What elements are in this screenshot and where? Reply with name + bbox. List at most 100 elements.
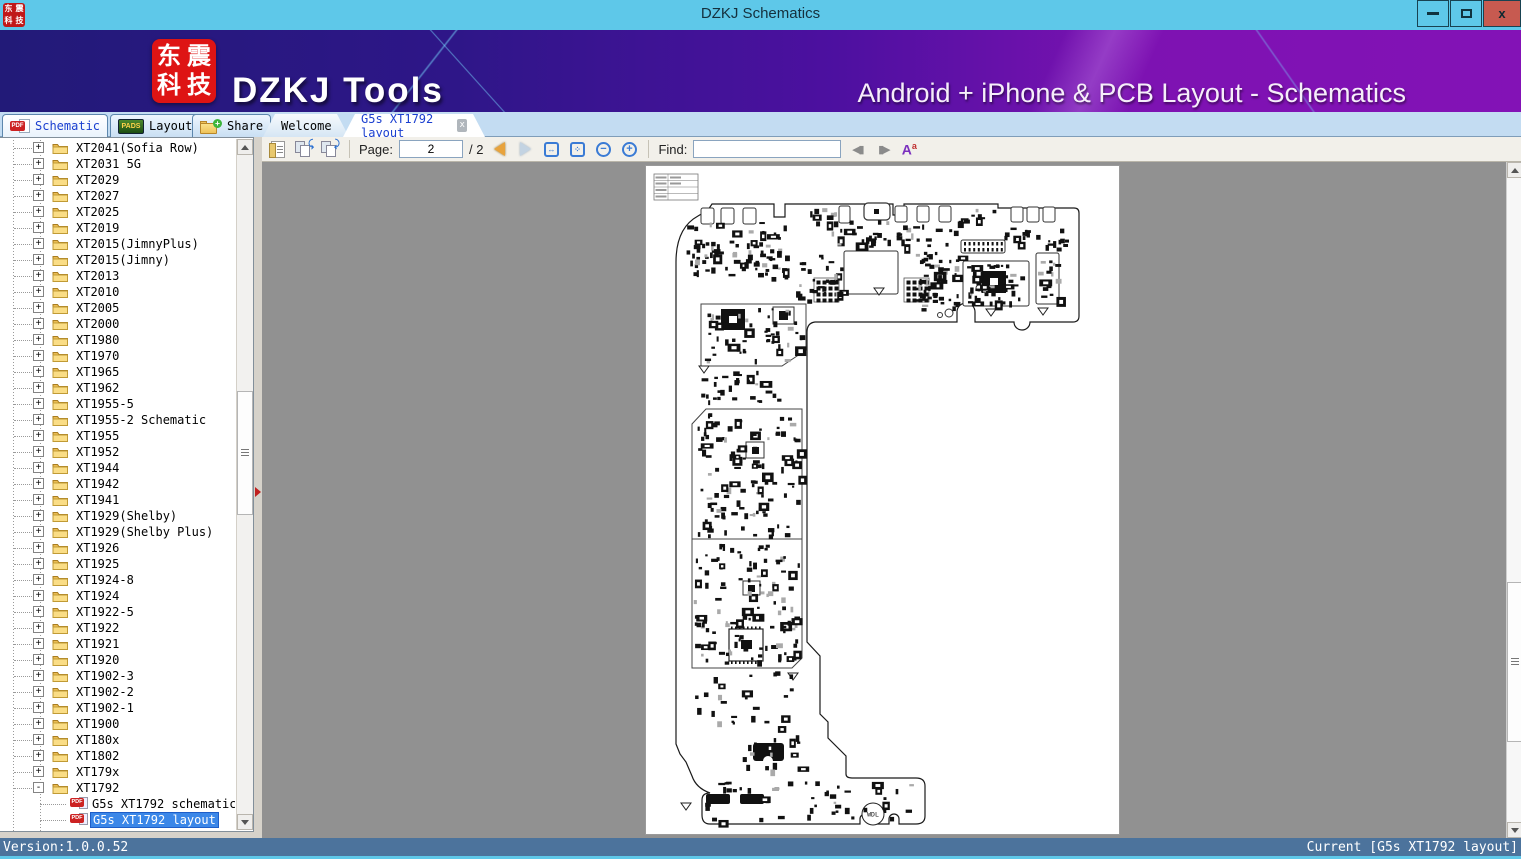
tree-item-xt1921[interactable]: +XT1921 xyxy=(0,636,235,652)
tree-item-xt1980[interactable]: +XT1980 xyxy=(0,332,235,348)
tree-scrollbar-thumb[interactable] xyxy=(237,391,253,515)
previous-page-button[interactable] xyxy=(489,139,509,159)
expand-toggle[interactable]: + xyxy=(33,142,44,153)
expand-toggle[interactable]: + xyxy=(33,494,44,505)
expand-toggle[interactable]: + xyxy=(33,254,44,265)
tree-item-xt1922[interactable]: +XT1922 xyxy=(0,620,235,636)
close-button[interactable]: x xyxy=(1483,0,1521,27)
tree-item-xt1955-2-schematic[interactable]: +XT1955-2 Schematic xyxy=(0,412,235,428)
tab-close-icon[interactable]: x xyxy=(457,119,467,132)
next-page-button[interactable] xyxy=(515,139,535,159)
tree-item-xt2029[interactable]: +XT2029 xyxy=(0,172,235,188)
splitter-collapse-icon[interactable] xyxy=(255,487,261,497)
tab-layout[interactable]: PADS Layout xyxy=(110,114,200,137)
tree-scrollbar[interactable] xyxy=(236,139,253,830)
expand-toggle[interactable]: + xyxy=(33,446,44,457)
tree-item-xt1929-shelby-[interactable]: +XT1929(Shelby) xyxy=(0,508,235,524)
tab-share[interactable]: + Share xyxy=(192,114,271,137)
expand-toggle[interactable]: + xyxy=(33,302,44,313)
tree-item-xt1962[interactable]: +XT1962 xyxy=(0,380,235,396)
expand-toggle[interactable]: + xyxy=(33,510,44,521)
rotate-right-button[interactable]: ⤸ xyxy=(320,139,340,159)
tree-item-xt1792[interactable]: -XT1792 xyxy=(0,780,235,796)
expand-toggle[interactable]: + xyxy=(33,638,44,649)
expand-toggle[interactable]: + xyxy=(33,590,44,601)
tree-item-xt1944[interactable]: +XT1944 xyxy=(0,460,235,476)
tree-item-xt2010[interactable]: +XT2010 xyxy=(0,284,235,300)
expand-toggle[interactable]: + xyxy=(33,414,44,425)
viewer-scroll-up-button[interactable] xyxy=(1507,162,1521,178)
zoom-in-button[interactable]: + xyxy=(619,139,639,159)
expand-toggle[interactable]: + xyxy=(33,734,44,745)
expand-toggle[interactable]: + xyxy=(33,622,44,633)
expand-toggle[interactable]: + xyxy=(33,654,44,665)
fit-width-button[interactable]: ↔ xyxy=(541,139,561,159)
expand-toggle[interactable]: + xyxy=(33,542,44,553)
viewer-scrollbar[interactable] xyxy=(1506,162,1521,838)
tree-item-xt1902-1[interactable]: +XT1902-1 xyxy=(0,700,235,716)
tree-item-xt2005[interactable]: +XT2005 xyxy=(0,300,235,316)
tree-item-g5s-xt1792-schematic[interactable]: PDFG5s XT1792 schematic xyxy=(0,796,235,812)
expand-toggle[interactable]: + xyxy=(33,318,44,329)
expand-toggle[interactable]: + xyxy=(33,350,44,361)
tree-item-xt1924[interactable]: +XT1924 xyxy=(0,588,235,604)
expand-toggle[interactable]: + xyxy=(33,222,44,233)
expand-toggle[interactable]: + xyxy=(33,206,44,217)
expand-toggle[interactable]: + xyxy=(33,430,44,441)
tree-item-xt1965[interactable]: +XT1965 xyxy=(0,364,235,380)
expand-toggle[interactable]: + xyxy=(33,398,44,409)
expand-toggle[interactable]: + xyxy=(33,270,44,281)
tab-schematic[interactable]: PDF Schematic xyxy=(2,114,108,137)
expand-toggle[interactable]: + xyxy=(33,686,44,697)
doc-tab-welcome[interactable]: Welcome xyxy=(263,114,349,137)
expand-toggle[interactable]: + xyxy=(33,190,44,201)
tree-item-xt2000[interactable]: +XT2000 xyxy=(0,316,235,332)
expand-toggle[interactable]: + xyxy=(33,558,44,569)
expand-toggle[interactable]: + xyxy=(33,462,44,473)
tree-item-xt1902-3[interactable]: +XT1902-3 xyxy=(0,668,235,684)
page-view-button[interactable] xyxy=(268,139,288,159)
tree-item-xt2027[interactable]: +XT2027 xyxy=(0,188,235,204)
expand-toggle[interactable]: + xyxy=(33,382,44,393)
tree-item-xt1929-shelby-plus-[interactable]: +XT1929(Shelby Plus) xyxy=(0,524,235,540)
expand-toggle[interactable]: + xyxy=(33,702,44,713)
find-input[interactable] xyxy=(693,140,841,158)
expand-toggle[interactable]: + xyxy=(33,478,44,489)
expand-toggle[interactable]: + xyxy=(33,334,44,345)
tree-item-xt2019[interactable]: +XT2019 xyxy=(0,220,235,236)
tree-item-xt180x[interactable]: +XT180x xyxy=(0,732,235,748)
tree-item-xt1924-8[interactable]: +XT1924-8 xyxy=(0,572,235,588)
tree-scroll-down-button[interactable] xyxy=(237,814,253,830)
expand-toggle[interactable]: + xyxy=(33,158,44,169)
panel-splitter[interactable] xyxy=(254,137,262,838)
expand-toggle[interactable]: + xyxy=(33,670,44,681)
tree-item-xt2025[interactable]: +XT2025 xyxy=(0,204,235,220)
match-case-button[interactable]: Aa xyxy=(899,139,919,159)
tree-item-xt2015-jimny-[interactable]: +XT2015(Jimny) xyxy=(0,252,235,268)
tree-item-xt2013[interactable]: +XT2013 xyxy=(0,268,235,284)
tree-item-xt2041-sofia-row-[interactable]: +XT2041(Sofia Row) xyxy=(0,140,235,156)
tree-item-xt1925[interactable]: +XT1925 xyxy=(0,556,235,572)
tree-item-xt1955[interactable]: +XT1955 xyxy=(0,428,235,444)
tree-item-g5s-xt1792-layout[interactable]: PDFG5s XT1792 layout xyxy=(0,812,235,828)
maximize-button[interactable] xyxy=(1450,0,1482,27)
tree-scroll-up-button[interactable] xyxy=(237,139,253,155)
expand-toggle[interactable]: + xyxy=(33,766,44,777)
tree-item-xt1955-5[interactable]: +XT1955-5 xyxy=(0,396,235,412)
expand-toggle[interactable]: + xyxy=(33,750,44,761)
fit-page-button[interactable]: ⁘ xyxy=(567,139,587,159)
tree-item-xt179x[interactable]: +XT179x xyxy=(0,764,235,780)
page-number-input[interactable] xyxy=(399,140,463,158)
expand-toggle[interactable]: + xyxy=(33,574,44,585)
tree-item-xt2031-5g[interactable]: +XT2031 5G xyxy=(0,156,235,172)
tree-item-xt1952[interactable]: +XT1952 xyxy=(0,444,235,460)
expand-toggle[interactable]: + xyxy=(33,238,44,249)
viewer-scrollbar-thumb[interactable] xyxy=(1507,582,1521,742)
zoom-out-button[interactable]: − xyxy=(593,139,613,159)
rotate-left-button[interactable]: ⤹ xyxy=(294,139,314,159)
tree-item-partial[interactable] xyxy=(0,828,235,831)
tree-item-xt1926[interactable]: +XT1926 xyxy=(0,540,235,556)
pdf-viewer[interactable]: WDL xyxy=(262,162,1521,838)
tree-item-xt1941[interactable]: +XT1941 xyxy=(0,492,235,508)
expand-toggle[interactable]: + xyxy=(33,526,44,537)
